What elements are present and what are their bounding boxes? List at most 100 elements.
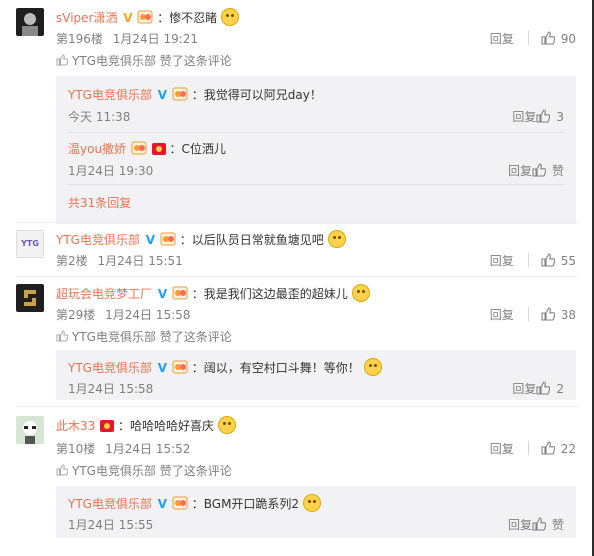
- verified-icon: V: [157, 287, 168, 301]
- thumbs-up-small-icon: [56, 54, 68, 66]
- verified-icon: V: [123, 11, 133, 25]
- sub-actions: 回复 3: [512, 108, 564, 125]
- thumbs-up-icon[interactable]: [541, 441, 555, 455]
- divider: [16, 406, 578, 407]
- comment-meta: 第10楼 1月24日 15:52: [56, 440, 190, 457]
- floor-number: 第196楼: [56, 32, 103, 46]
- red-badge-icon: [100, 420, 115, 432]
- username-link[interactable]: sViper潇洒: [56, 11, 117, 25]
- username-link[interactable]: YTG电竞俱乐部: [68, 88, 152, 102]
- liked-by-text: YTG电竞俱乐部 赞了这条评论: [72, 464, 232, 478]
- sub-timestamp: 今天 11:38: [68, 110, 131, 124]
- emoji-icon: [363, 358, 382, 376]
- username-link[interactable]: YTG电竞俱乐部: [56, 233, 140, 247]
- thumbs-up-icon[interactable]: [541, 253, 555, 267]
- timestamp: 1月24日 15:51: [97, 254, 183, 268]
- reply-button[interactable]: 回复: [508, 164, 532, 178]
- thumbs-up-icon[interactable]: [541, 31, 555, 45]
- comment-header: 此木33 ：哈哈哈哈好喜庆: [56, 416, 236, 434]
- floor-number: 第29楼: [56, 308, 96, 322]
- divider: [68, 184, 564, 185]
- medal-icon: [172, 286, 188, 300]
- reply-button[interactable]: 回复: [512, 382, 536, 396]
- divider: [68, 132, 564, 133]
- thumbs-up-icon[interactable]: [532, 163, 546, 177]
- medal-icon: [131, 141, 147, 155]
- thumbs-up-icon[interactable]: [541, 307, 555, 321]
- sub-comment-header: 温you撒娇 ：C位洒儿: [68, 140, 226, 157]
- sub-timestamp: 1月24日 19:30: [68, 164, 154, 178]
- emoji-icon: [327, 230, 346, 248]
- thumbs-up-icon[interactable]: [536, 109, 550, 123]
- sub-timestamp: 1月24日 15:58: [68, 382, 154, 396]
- emoji-icon: [221, 8, 240, 26]
- liked-by-notice: YTG电竞俱乐部 赞了这条评论: [56, 328, 232, 345]
- action-separator: [527, 307, 529, 321]
- reply-thread: YTG电竞俱乐部 V ：阔以，有空村口斗舞！等你！ 1月24日 15:58 回复…: [56, 350, 576, 400]
- more-replies-link[interactable]: 共31条回复: [68, 194, 131, 211]
- like-count[interactable]: 22: [561, 442, 576, 456]
- comment-actions: 回复 22: [490, 440, 576, 457]
- thumbs-up-small-icon: [56, 330, 68, 342]
- verified-icon: V: [157, 497, 168, 511]
- sub-timestamp: 1月24日 15:55: [68, 518, 154, 532]
- like-label[interactable]: 赞: [552, 518, 564, 532]
- sub-comment-header: YTG电竞俱乐部 V ：我觉得可以阿兄day！: [68, 86, 322, 103]
- action-separator: [527, 253, 529, 267]
- comment-text: ：哈哈哈哈好喜庆: [117, 419, 214, 433]
- comment-header: sViper潇洒 V ：惨不忍睹: [56, 8, 240, 26]
- avatar[interactable]: [16, 416, 44, 444]
- username-link[interactable]: 超玩会电竞梦工厂: [56, 287, 152, 301]
- like-count[interactable]: 2: [556, 382, 564, 396]
- reply-button[interactable]: 回复: [512, 110, 536, 124]
- timestamp: 1月24日 19:21: [112, 32, 199, 46]
- reply-button[interactable]: 回复: [490, 252, 514, 269]
- thumbs-up-icon[interactable]: [532, 517, 546, 531]
- liked-by-notice: YTG电竞俱乐部 赞了这条评论: [56, 462, 232, 479]
- medal-icon: [137, 10, 153, 24]
- reply-button[interactable]: 回复: [490, 306, 514, 323]
- timestamp: 1月24日 15:58: [105, 308, 191, 322]
- divider: [16, 276, 578, 277]
- comment-text: ：以后队员日常就鱼塘见吧: [179, 233, 324, 247]
- sub-comment-text: ：我觉得可以阿兄day！: [191, 88, 322, 102]
- medal-icon: [172, 87, 188, 101]
- thumbs-up-icon[interactable]: [536, 381, 550, 395]
- reply-button[interactable]: 回复: [490, 440, 514, 457]
- avatar[interactable]: YTG: [16, 230, 44, 258]
- avatar[interactable]: [16, 8, 44, 36]
- like-count[interactable]: 38: [561, 308, 576, 322]
- like-label[interactable]: 赞: [552, 164, 564, 178]
- divider: [16, 222, 578, 223]
- sub-actions: 回复 2: [512, 380, 564, 397]
- comment-text: ：惨不忍睹: [157, 11, 218, 25]
- comment-actions: 回复 38: [490, 306, 576, 323]
- username-link[interactable]: YTG电竞俱乐部: [68, 497, 152, 511]
- username-link[interactable]: 温you撒娇: [68, 142, 126, 156]
- reply-button[interactable]: 回复: [508, 518, 532, 532]
- reply-thread: YTG电竞俱乐部 V ：我觉得可以阿兄day！ 今天 11:38 回复 3 温yo…: [56, 76, 576, 224]
- like-count[interactable]: 55: [561, 254, 576, 268]
- emoji-icon: [217, 416, 236, 434]
- verified-icon: V: [157, 88, 168, 102]
- avatar[interactable]: [16, 284, 44, 312]
- comment-header: 超玩会电竞梦工厂 V ：我是我们这边最歪的超妹儿: [56, 284, 370, 302]
- sub-actions: 回复 赞: [508, 516, 564, 533]
- like-count[interactable]: 3: [556, 110, 564, 124]
- reply-thread: YTG电竞俱乐部 V ：BGM开口跪系列2 1月24日 15:55 回复 赞: [56, 486, 576, 538]
- medal-icon: [160, 232, 176, 246]
- sub-comment-text: ：阔以，有空村口斗舞！等你！: [191, 361, 360, 375]
- username-link[interactable]: YTG电竞俱乐部: [68, 361, 152, 375]
- sub-actions: 回复 赞: [508, 162, 564, 179]
- sub-comment-header: YTG电竞俱乐部 V ：阔以，有空村口斗舞！等你！: [68, 358, 382, 376]
- liked-by-text: YTG电竞俱乐部 赞了这条评论: [72, 330, 232, 344]
- emoji-icon: [302, 494, 321, 512]
- username-link[interactable]: 此木33: [56, 419, 95, 433]
- like-count[interactable]: 90: [561, 32, 576, 46]
- reply-button[interactable]: 回复: [490, 30, 514, 47]
- avatar-logo-text: YTG: [21, 239, 39, 248]
- verified-icon: V: [145, 233, 156, 247]
- action-separator: [527, 441, 529, 455]
- comment-header: YTG电竞俱乐部 V ：以后队员日常就鱼塘见吧: [56, 230, 346, 248]
- comment-meta: 第29楼 1月24日 15:58: [56, 306, 190, 323]
